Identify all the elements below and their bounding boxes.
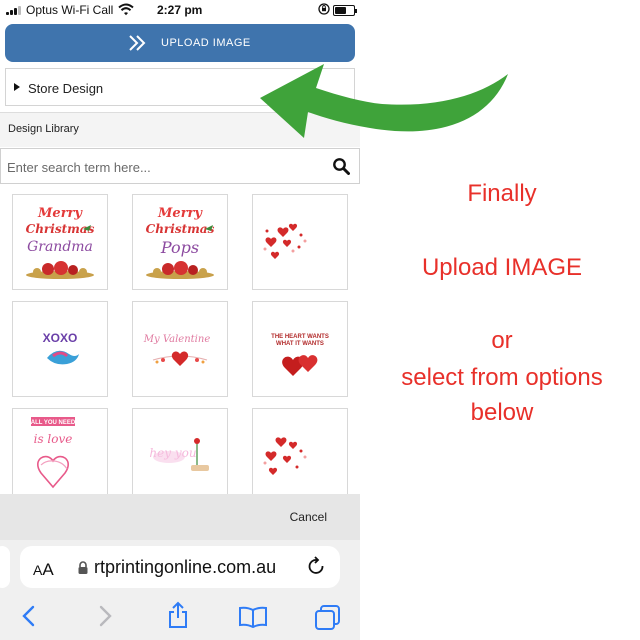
share-icon[interactable] (166, 601, 190, 629)
tile-art: XOXO (43, 331, 79, 365)
signal-icon (6, 5, 22, 15)
battery-icon (333, 5, 357, 16)
design-tile-xoxo[interactable]: XOXO (12, 301, 108, 397)
browser-toolbar (0, 596, 360, 640)
design-tile-merry-christmas-pops[interactable]: Merry Christmas Pops (132, 194, 228, 290)
design-tile-hey-you[interactable]: hey you (132, 408, 228, 494)
tile-art: My Valentine (143, 334, 211, 366)
store-design-label: Store Design (28, 81, 104, 96)
design-tile-merry-christmas-grandma[interactable]: Merry Christmas Grandma (12, 194, 108, 290)
design-tile-my-valentine[interactable]: My Valentine (132, 301, 228, 397)
status-time: 2:27 pm (157, 3, 203, 17)
orientation-lock-icon (318, 3, 330, 15)
text-size-button[interactable]: AA (33, 560, 54, 580)
design-tile-hearts-scatter[interactable] (252, 194, 348, 290)
tile-text: Pops (160, 238, 199, 257)
previous-tab-edge (0, 546, 10, 588)
design-tile-hearts-scatter-2[interactable] (252, 408, 348, 494)
reload-icon[interactable] (307, 556, 327, 578)
tile-text: Merry (37, 206, 83, 221)
design-grid: Merry Christmas Grandma Merry Christmas … (0, 188, 360, 494)
tile-text: XOXO (43, 331, 78, 345)
annotation-line-or: or (491, 327, 513, 354)
tile-text: ALL YOU NEED (31, 420, 76, 426)
lock-icon (78, 561, 88, 574)
tile-text: THE HEART WANTS (271, 334, 329, 340)
tile-text: My Valentine (143, 334, 211, 345)
design-tile-heart-wants[interactable]: THE HEART WANTS WHAT IT WANTS (252, 301, 348, 397)
forward-icon[interactable] (96, 604, 114, 628)
design-library-heading: Design Library (8, 123, 79, 135)
bookmarks-icon[interactable] (238, 606, 268, 628)
tabs-icon[interactable] (314, 604, 342, 632)
upload-image-button[interactable]: UPLOAD IMAGE (5, 24, 355, 62)
green-arrow-annotation (260, 64, 508, 138)
text-size-large-label: A (42, 560, 54, 579)
status-bar: Optus Wi-Fi Call 2:27 pm (0, 0, 360, 20)
url-text: rtprintingonline.com.au (94, 557, 277, 577)
tile-art: ALL YOU NEED is love (31, 417, 76, 489)
double-chevron-icon (129, 35, 146, 51)
tile-art: Merry Christmas Grandma (26, 206, 95, 279)
tile-art: THE HEART WANTS WHAT IT WANTS (271, 334, 329, 376)
tile-text: Christmas (146, 222, 215, 236)
tile-art (263, 223, 307, 259)
tile-text: Grandma (27, 239, 93, 255)
text-size-small-label: A (33, 562, 43, 578)
disclosure-triangle-icon (14, 83, 20, 91)
back-icon[interactable] (20, 604, 38, 628)
design-tile-all-you-need-is-love[interactable]: ALL YOU NEED is love (12, 408, 108, 494)
annotation-line-select: select from options (401, 364, 603, 391)
tile-text: Merry (157, 206, 203, 221)
tile-art: hey you (149, 438, 209, 471)
tile-art: Merry Christmas Pops (146, 206, 215, 279)
url-field[interactable]: AA rtprintingonline.com.au (20, 546, 340, 588)
upload-image-label: UPLOAD IMAGE (161, 37, 251, 49)
tile-text: is love (34, 432, 73, 446)
browser-address-bar: AA rtprintingonline.com.au (0, 540, 360, 596)
wifi-icon (118, 3, 134, 16)
annotation-line-below: below (470, 399, 534, 426)
action-sheet: Cancel (0, 494, 360, 540)
tile-text: WHAT IT WANTS (276, 341, 324, 347)
tile-art (263, 437, 307, 475)
annotation-line-finally: Finally (467, 180, 537, 207)
cancel-button[interactable]: Cancel (290, 510, 327, 524)
carrier-label: Optus Wi-Fi Call (26, 3, 114, 17)
annotation-line-upload: Upload IMAGE (421, 254, 583, 281)
